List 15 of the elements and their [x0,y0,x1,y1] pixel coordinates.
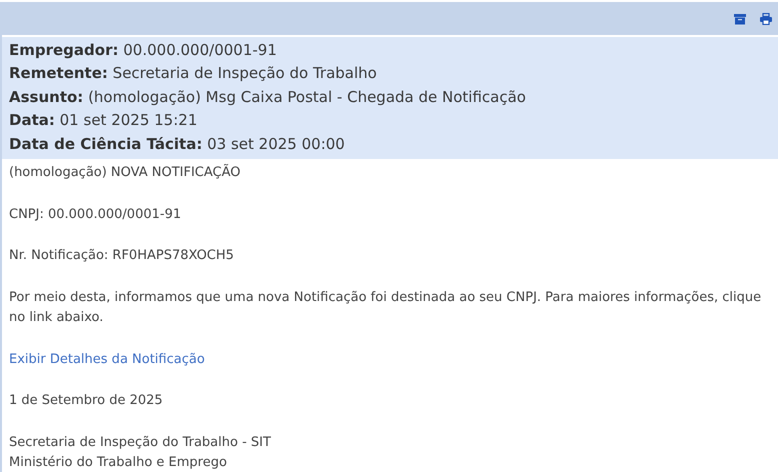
header-field: Empregador: 00.000.000/0001-91 [9,39,772,62]
message-text: 1 de Setembro de 2025 [9,392,164,410]
print-icon[interactable] [760,12,772,24]
message-text: (homologação) NOVA NOTIFICAÇÃO [9,163,242,182]
message-text: Ministério do Trabalho e Emprego [9,454,228,472]
message-text: Por meio desta, informamos que uma nova Notificação foi destinada ao seu CNPJ. Para maiores informações, clique no link abaixo. [9,288,762,328]
header-field: Data de Ciência Tácita: 03 set 2025 00:00 [9,132,772,156]
archive-icon[interactable] [734,12,746,24]
details-link[interactable]: Exibir Detalhes da Notificação [9,352,205,367]
header-field: Assunto: (homologação) Msg Caixa Postal - Chegada de Notificação [9,86,772,110]
message-text: CNPJ: 00.000.000/0001-91 [9,206,182,224]
message-text: Nr. Notificação: RF0HAPS78XOCH5 [9,247,235,266]
message-text: Secretaria de Inspeção do Trabalho - SIT [9,434,272,452]
header-field: Remetente: Secretaria de Inspeção do Trabalho [9,62,772,86]
header-field: Data: 01 set 2025 15:21 [9,109,772,133]
